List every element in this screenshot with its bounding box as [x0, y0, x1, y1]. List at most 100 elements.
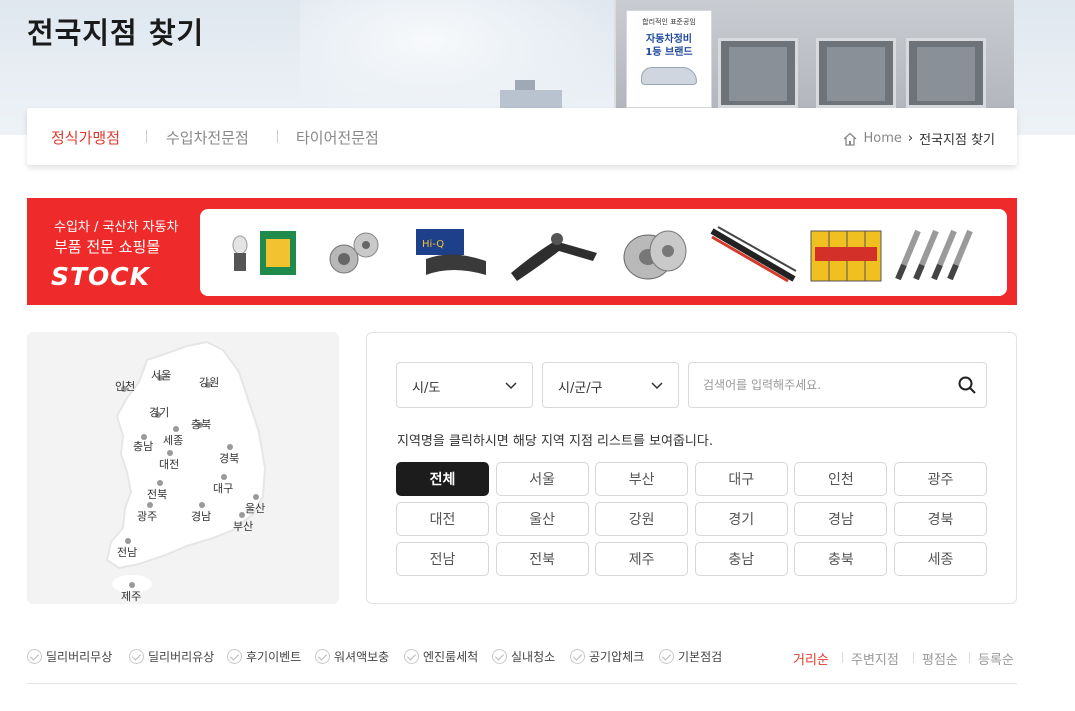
banner-products-panel: Hi-Q	[200, 209, 1007, 296]
shop-bay	[718, 38, 798, 108]
region-button[interactable]: 대전	[396, 502, 489, 536]
sort-divider	[913, 652, 914, 663]
region-button[interactable]: 전북	[495, 542, 589, 576]
tab-imported-car[interactable]: 수입차전문점	[166, 127, 249, 148]
region-button[interactable]: 전체	[396, 462, 489, 496]
map-region-label[interactable]: 전북	[147, 486, 167, 502]
map-region-label[interactable]: 대구	[213, 480, 233, 496]
map-region-label[interactable]: 경북	[219, 450, 239, 466]
banner-line2: 부품 전문 쇼핑몰	[54, 238, 161, 256]
home-icon[interactable]	[842, 132, 858, 146]
page-title: 전국지점 찾기	[27, 16, 205, 50]
korea-map-shape	[105, 340, 267, 593]
tab-bar: 정식가맹점 수입차전문점 타이어전문점 Home › 전국지점 찾기	[27, 108, 1017, 165]
divider	[27, 683, 1017, 684]
check-circle-icon	[404, 649, 419, 664]
check-circle-icon	[492, 649, 507, 664]
search-icon[interactable]	[957, 375, 977, 395]
map-region-label[interactable]: 인천	[115, 378, 135, 394]
service-filter-label: 후기이벤트	[246, 650, 302, 664]
region-button[interactable]: 대구	[694, 462, 788, 496]
region-button[interactable]: 충북	[794, 542, 888, 576]
search-input[interactable]	[703, 375, 943, 395]
map-region-label[interactable]: 강원	[199, 374, 219, 390]
region-button[interactable]: 경기	[694, 502, 788, 536]
map-region-label[interactable]: 충북	[191, 416, 211, 432]
region-button[interactable]: 제주	[595, 542, 689, 576]
sigungu-select[interactable]: 시/군/구	[542, 362, 679, 408]
shop-sign-line2: 자동차정비	[646, 34, 692, 45]
brake-disc-icon	[623, 230, 687, 280]
region-button[interactable]: 충남	[694, 542, 788, 576]
car-icon	[641, 67, 697, 85]
region-button[interactable]: 경남	[794, 502, 888, 536]
map-region-label[interactable]: 울산	[245, 500, 265, 516]
region-button[interactable]: 인천	[794, 462, 888, 496]
svg-text:Hi-Q: Hi-Q	[422, 239, 444, 250]
region-button[interactable]: 부산	[595, 462, 689, 496]
service-filter-checkbox[interactable]: 기본점검	[659, 648, 722, 665]
banner-logo: STOCK	[51, 262, 151, 291]
sort-option[interactable]: 평점순	[922, 649, 958, 668]
sort-option[interactable]: 거리순	[793, 649, 829, 668]
sort-divider	[969, 652, 970, 663]
service-filter-label: 딜리버리유상	[148, 650, 215, 664]
check-circle-icon	[129, 649, 144, 664]
region-button[interactable]: 세종	[894, 542, 987, 576]
map-region-label[interactable]: 전남	[117, 544, 137, 560]
map-region-label[interactable]: 충남	[133, 438, 153, 454]
search-panel: 시/도 시/군/구 지역명을 클릭하시면 해당 지역 지점 리스트를 보여줍니다…	[366, 332, 1017, 604]
region-button[interactable]: 울산	[495, 502, 589, 536]
breadcrumb-current: 전국지점 찾기	[919, 133, 995, 148]
service-filter-checkbox[interactable]: 공기압체크	[570, 648, 644, 665]
service-filter-checkbox[interactable]: 딜리버리유상	[129, 648, 214, 665]
check-circle-icon	[227, 649, 242, 664]
map-region-label[interactable]: 서울	[151, 367, 171, 383]
map-region-label[interactable]: 제주	[121, 588, 141, 604]
service-filter-checkbox[interactable]: 엔진룸세척	[404, 648, 478, 665]
control-arm-icon	[511, 233, 597, 281]
korea-map: 인천 서울 강원경기충북충남 세종대전 경북전북 대구광주 경남 울산부산전남제주	[27, 332, 339, 604]
check-circle-icon	[570, 649, 585, 664]
promo-banner[interactable]: 수입차 / 국산차 자동차 부품 전문 쇼핑몰 STOCK Hi-Q	[27, 198, 1017, 305]
tab-official-franchise[interactable]: 정식가맹점	[51, 127, 120, 148]
service-filter-label: 딜리버리무상	[46, 650, 113, 664]
sido-select-value: 시/도	[412, 381, 441, 396]
map-region-label[interactable]: 경기	[149, 404, 169, 420]
service-filter-label: 기본점검	[678, 650, 723, 664]
check-circle-icon	[27, 649, 42, 664]
shop-sign-line3: 1등 브랜드	[645, 47, 693, 58]
service-filter-label: 공기압체크	[589, 650, 645, 664]
service-filter-checkbox[interactable]: 후기이벤트	[227, 648, 301, 665]
map-region-label[interactable]: 광주	[137, 508, 157, 524]
region-button[interactable]: 광주	[894, 462, 987, 496]
breadcrumb-home[interactable]: Home	[864, 131, 902, 146]
engine-oil-icon	[810, 230, 882, 282]
map-region-label[interactable]: 대전	[159, 456, 179, 472]
check-circle-icon	[659, 649, 674, 664]
service-filter-checkbox[interactable]: 딜리버리무상	[27, 648, 112, 665]
region-button[interactable]: 경북	[894, 502, 987, 536]
service-filter-label: 워셔액보충	[334, 650, 390, 664]
map-region-label[interactable]: 부산	[233, 518, 253, 534]
sort-divider	[842, 652, 843, 663]
sido-select[interactable]: 시/도	[396, 362, 533, 408]
service-filter-checkbox[interactable]: 워셔액보충	[315, 648, 389, 665]
region-button[interactable]: 강원	[595, 502, 689, 536]
sort-option[interactable]: 등록순	[978, 649, 1014, 668]
map-region-label[interactable]: 세종	[163, 432, 183, 448]
banner-line1: 수입차 / 국산차 자동차	[54, 220, 179, 235]
shop-sign: 합리적인 표준공임 자동차정비 1등 브랜드	[626, 10, 712, 108]
region-button[interactable]: 전남	[396, 542, 489, 576]
wheel-hub-icon	[329, 232, 379, 274]
wiper-blade-icon	[710, 226, 797, 283]
service-filter-checkbox[interactable]: 실내청소	[492, 648, 555, 665]
hero-shop-photo: 합리적인 표준공임 자동차정비 1등 브랜드	[614, 0, 1014, 112]
chevron-down-icon	[505, 382, 517, 390]
sigungu-select-value: 시/군/구	[558, 381, 603, 396]
map-region-label[interactable]: 경남	[191, 508, 211, 524]
tab-tire[interactable]: 타이어전문점	[296, 127, 379, 148]
sort-option[interactable]: 주변지점	[851, 649, 899, 668]
region-button[interactable]: 서울	[495, 462, 589, 496]
region-hint: 지역명을 클릭하시면 해당 지역 지점 리스트를 보여줍니다.	[397, 434, 713, 449]
